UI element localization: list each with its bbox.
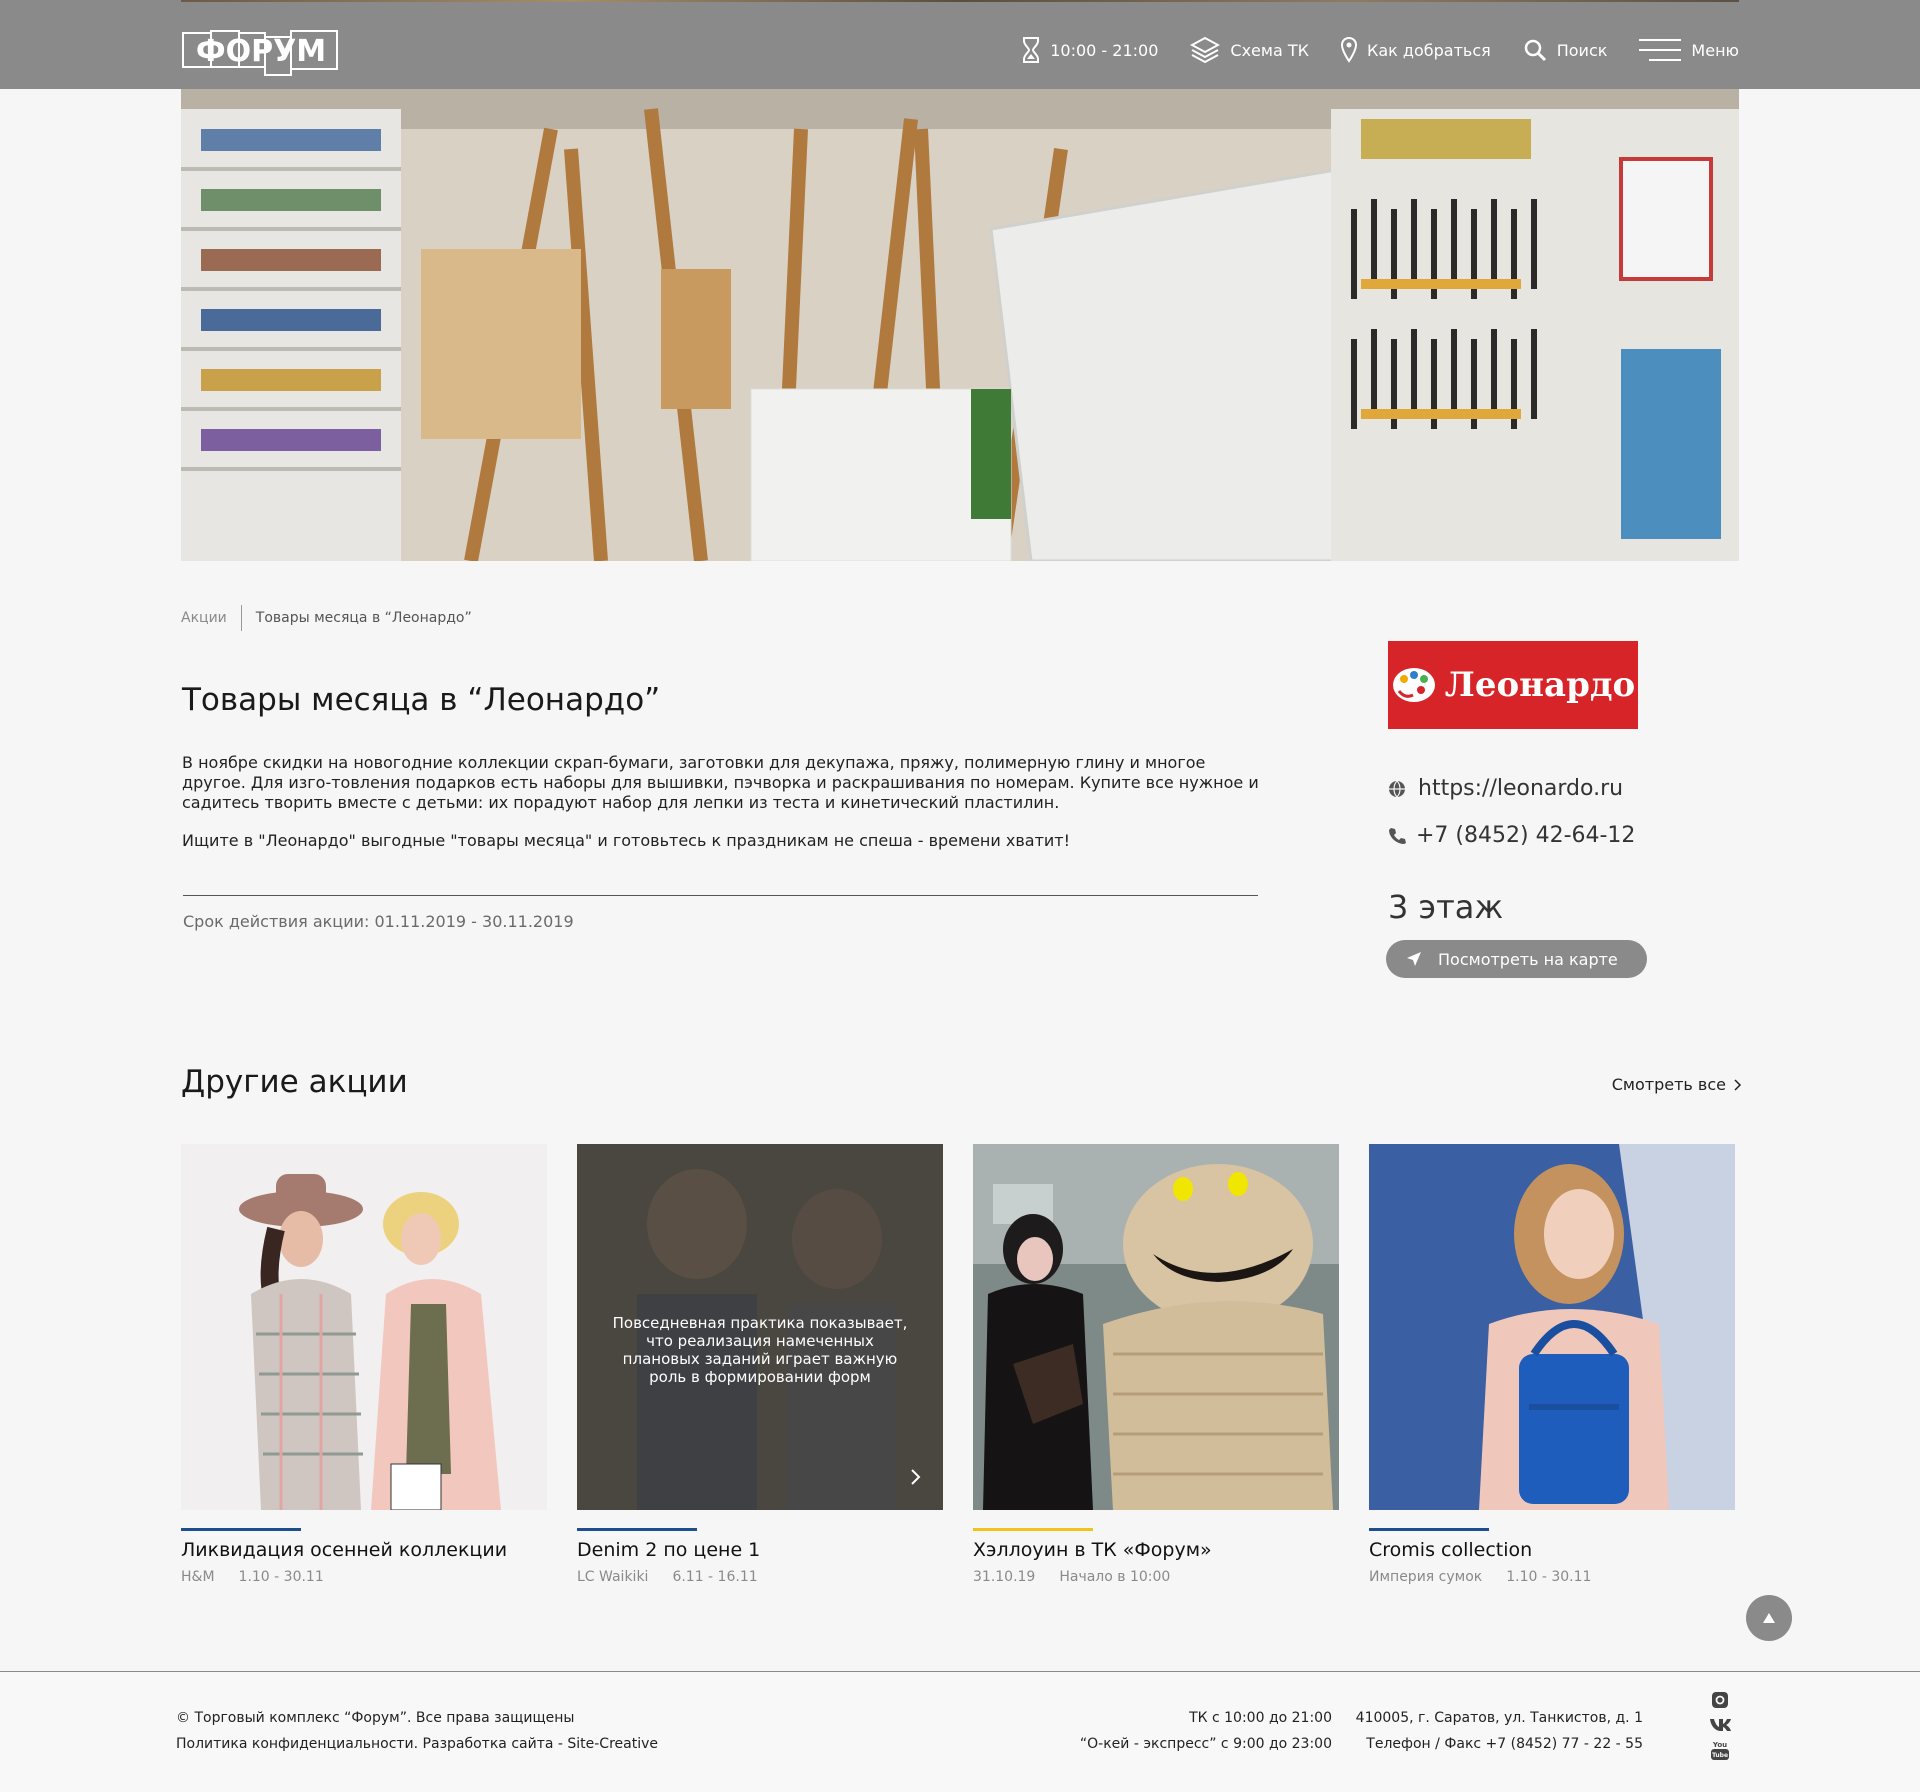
nav-menu-label: Меню xyxy=(1691,40,1739,60)
hamburger-icon xyxy=(1639,39,1682,61)
nav-search-label: Поиск xyxy=(1556,40,1608,60)
breadcrumb: Акции Товары месяца в “Леонардо” xyxy=(181,605,472,631)
nav-scheme[interactable]: Схема ТК xyxy=(1190,36,1309,64)
palette-hand-icon xyxy=(1392,668,1435,702)
store-floor: 3 этаж xyxy=(1388,888,1504,926)
promo-card-2-title[interactable]: Denim 2 по цене 1 xyxy=(577,1539,943,1561)
other-promos-title: Другие акции xyxy=(181,1064,408,1100)
see-all-label: Смотреть все xyxy=(1611,1075,1726,1094)
promo-card-3-date: 31.10.19 xyxy=(973,1569,1036,1585)
nav-directions[interactable]: Как добраться xyxy=(1340,37,1491,63)
halloween-mummy-photo xyxy=(973,1144,1339,1510)
nav-menu[interactable]: Меню xyxy=(1639,38,1739,62)
hourglass-icon xyxy=(1023,37,1040,63)
promo-paragraph-2: Ищите в "Леонардо" выгодные "товары меся… xyxy=(182,831,1071,850)
footer-address: 410005, г. Саратов, ул. Танкистов, д. 1 xyxy=(1355,1710,1643,1726)
promo-card-3-title[interactable]: Хэллоуин в ТК «Форум» xyxy=(973,1539,1339,1561)
logo-text: ФОРУМ xyxy=(196,34,326,69)
navigation-arrow-icon xyxy=(1407,952,1421,966)
globe-icon xyxy=(1389,780,1405,797)
hero-image xyxy=(181,89,1739,561)
arrow-up-icon xyxy=(1763,1613,1775,1623)
promo-card-4[interactable]: Cromis collection Империя сумок 1.10 - 3… xyxy=(1369,1144,1735,1585)
promo-card-1-store: H&M xyxy=(181,1569,215,1585)
footer-copyright: © Торговый комплекс “Форум”. Все права з… xyxy=(176,1710,575,1726)
nav-directions-label: Как добраться xyxy=(1366,40,1491,60)
breadcrumb-separator xyxy=(240,605,242,631)
promo-card-4-date: 1.10 - 30.11 xyxy=(1506,1569,1592,1585)
promo-card-1-date: 1.10 - 30.11 xyxy=(238,1569,324,1585)
view-on-map-button[interactable]: Посмотреть на карте xyxy=(1386,940,1647,978)
promo-description: В ноябре скидки на новогодние коллекции … xyxy=(182,753,1262,851)
promo-divider xyxy=(183,895,1258,896)
fashion-models-photo xyxy=(181,1144,547,1510)
social-links: You Tube xyxy=(1709,1691,1731,1761)
store-phone-label: +7 (8452) 42-64-12 xyxy=(1416,823,1636,848)
promo-card-2-accent xyxy=(577,1528,697,1531)
promo-card-1-meta: H&M 1.10 - 30.11 xyxy=(181,1569,547,1585)
chevron-right-icon[interactable] xyxy=(911,1469,921,1485)
promo-card-2-image[interactable]: Повседневная практика показывает, что ре… xyxy=(577,1144,943,1510)
chevron-right-icon xyxy=(1734,1078,1742,1091)
promo-card-4-meta: Империя сумок 1.10 - 30.11 xyxy=(1369,1569,1735,1585)
view-on-map-label: Посмотреть на карте xyxy=(1438,949,1618,969)
instagram-icon[interactable] xyxy=(1711,1691,1729,1709)
store-website[interactable]: https://leonardo.ru xyxy=(1388,776,1623,801)
footer-hours-mall: ТК с 10:00 до 21:00 xyxy=(1189,1710,1332,1726)
promo-card-4-image[interactable] xyxy=(1369,1144,1735,1510)
promo-card-2-store: LC Waikiki xyxy=(577,1569,649,1585)
store-website-label: https://leonardo.ru xyxy=(1418,776,1624,801)
hours-item: 10:00 - 21:00 xyxy=(1022,37,1158,63)
site-footer: © Торговый комплекс “Форум”. Все права з… xyxy=(0,1671,1920,1792)
main-nav: 10:00 - 21:00 Схема ТК Как добраться Пои… xyxy=(1022,0,1739,100)
footer-hours: ТК с 10:00 до 21:00 “О-кей - экспресс” с… xyxy=(1080,1705,1332,1757)
promo-card-3-accent xyxy=(973,1528,1093,1531)
nav-scheme-label: Схема ТК xyxy=(1230,40,1309,60)
promo-card-4-title[interactable]: Cromis collection xyxy=(1369,1539,1735,1561)
breadcrumb-current: Товары месяца в “Леонардо” xyxy=(255,610,472,626)
promo-card-2-date: 6.11 - 16.11 xyxy=(672,1569,758,1585)
footer-contacts: 410005, г. Саратов, ул. Танкистов, д. 1 … xyxy=(1356,1705,1643,1757)
scroll-to-top-button[interactable] xyxy=(1746,1595,1792,1641)
search-icon xyxy=(1524,39,1546,62)
youtube-icon[interactable]: You Tube xyxy=(1710,1739,1730,1761)
promo-title: Товары месяца в “Леонардо” xyxy=(182,682,661,718)
footer-policy-link[interactable]: Политика конфиденциальности. Разработка … xyxy=(176,1731,658,1757)
footer-legal: © Торговый комплекс “Форум”. Все права з… xyxy=(176,1705,658,1757)
promo-card-2-caption: Повседневная практика показывает, что ре… xyxy=(612,1314,908,1386)
see-all-link[interactable]: Смотреть все xyxy=(1612,1075,1742,1094)
nav-search[interactable]: Поиск xyxy=(1523,38,1608,62)
promo-card-3[interactable]: Хэллоуин в ТК «Форум» 31.10.19 Начало в … xyxy=(973,1144,1339,1585)
promo-period: Срок действия акции: 01.11.2019 - 30.11.… xyxy=(183,912,574,931)
promo-card-1[interactable]: Ликвидация осенней коллекции H&M 1.10 - … xyxy=(181,1144,547,1585)
site-header: ФОРУМ 10:00 - 21:00 Схема ТК Как добрать… xyxy=(0,0,1920,89)
promo-paragraph-1: В ноябре скидки на новогодние коллекции … xyxy=(182,753,1259,812)
layers-icon xyxy=(1190,36,1221,64)
footer-hours-express: “О-кей - экспресс” с 9:00 до 23:00 xyxy=(1079,1736,1332,1752)
forum-logo[interactable]: ФОРУМ xyxy=(181,23,341,79)
promo-card-4-store: Империя сумок xyxy=(1369,1569,1483,1585)
footer-phone: Телефон / Факс +7 (8452) 77 - 22 - 55 xyxy=(1366,1736,1643,1752)
promo-card-1-accent xyxy=(181,1528,301,1531)
store-logo-text: Леонардо xyxy=(1444,665,1636,705)
promo-card-2-meta: LC Waikiki 6.11 - 16.11 xyxy=(577,1569,943,1585)
promo-card-2[interactable]: Повседневная практика показывает, что ре… xyxy=(577,1144,943,1585)
vk-icon[interactable] xyxy=(1709,1717,1731,1731)
hours-label: 10:00 - 21:00 xyxy=(1050,40,1159,60)
location-pin-icon xyxy=(1340,37,1357,63)
promo-card-1-image[interactable] xyxy=(181,1144,547,1510)
promo-card-1-title[interactable]: Ликвидация осенней коллекции xyxy=(181,1539,547,1561)
svg-text:Tube: Tube xyxy=(1712,1752,1728,1759)
promo-card-3-image[interactable] xyxy=(973,1144,1339,1510)
blue-backpack-photo xyxy=(1369,1144,1735,1510)
svg-text:You: You xyxy=(1712,1741,1727,1749)
promo-card-3-start: Начало в 10:00 xyxy=(1059,1569,1171,1585)
store-logo[interactable]: Леонардо xyxy=(1388,641,1638,729)
promo-card-3-meta: 31.10.19 Начало в 10:00 xyxy=(973,1569,1339,1585)
breadcrumb-promos-link[interactable]: Акции xyxy=(181,610,227,626)
phone-icon xyxy=(1389,827,1406,844)
promo-card-4-accent xyxy=(1369,1528,1489,1531)
store-phone[interactable]: +7 (8452) 42-64-12 xyxy=(1388,823,1635,848)
art-store-photo xyxy=(181,89,1739,561)
